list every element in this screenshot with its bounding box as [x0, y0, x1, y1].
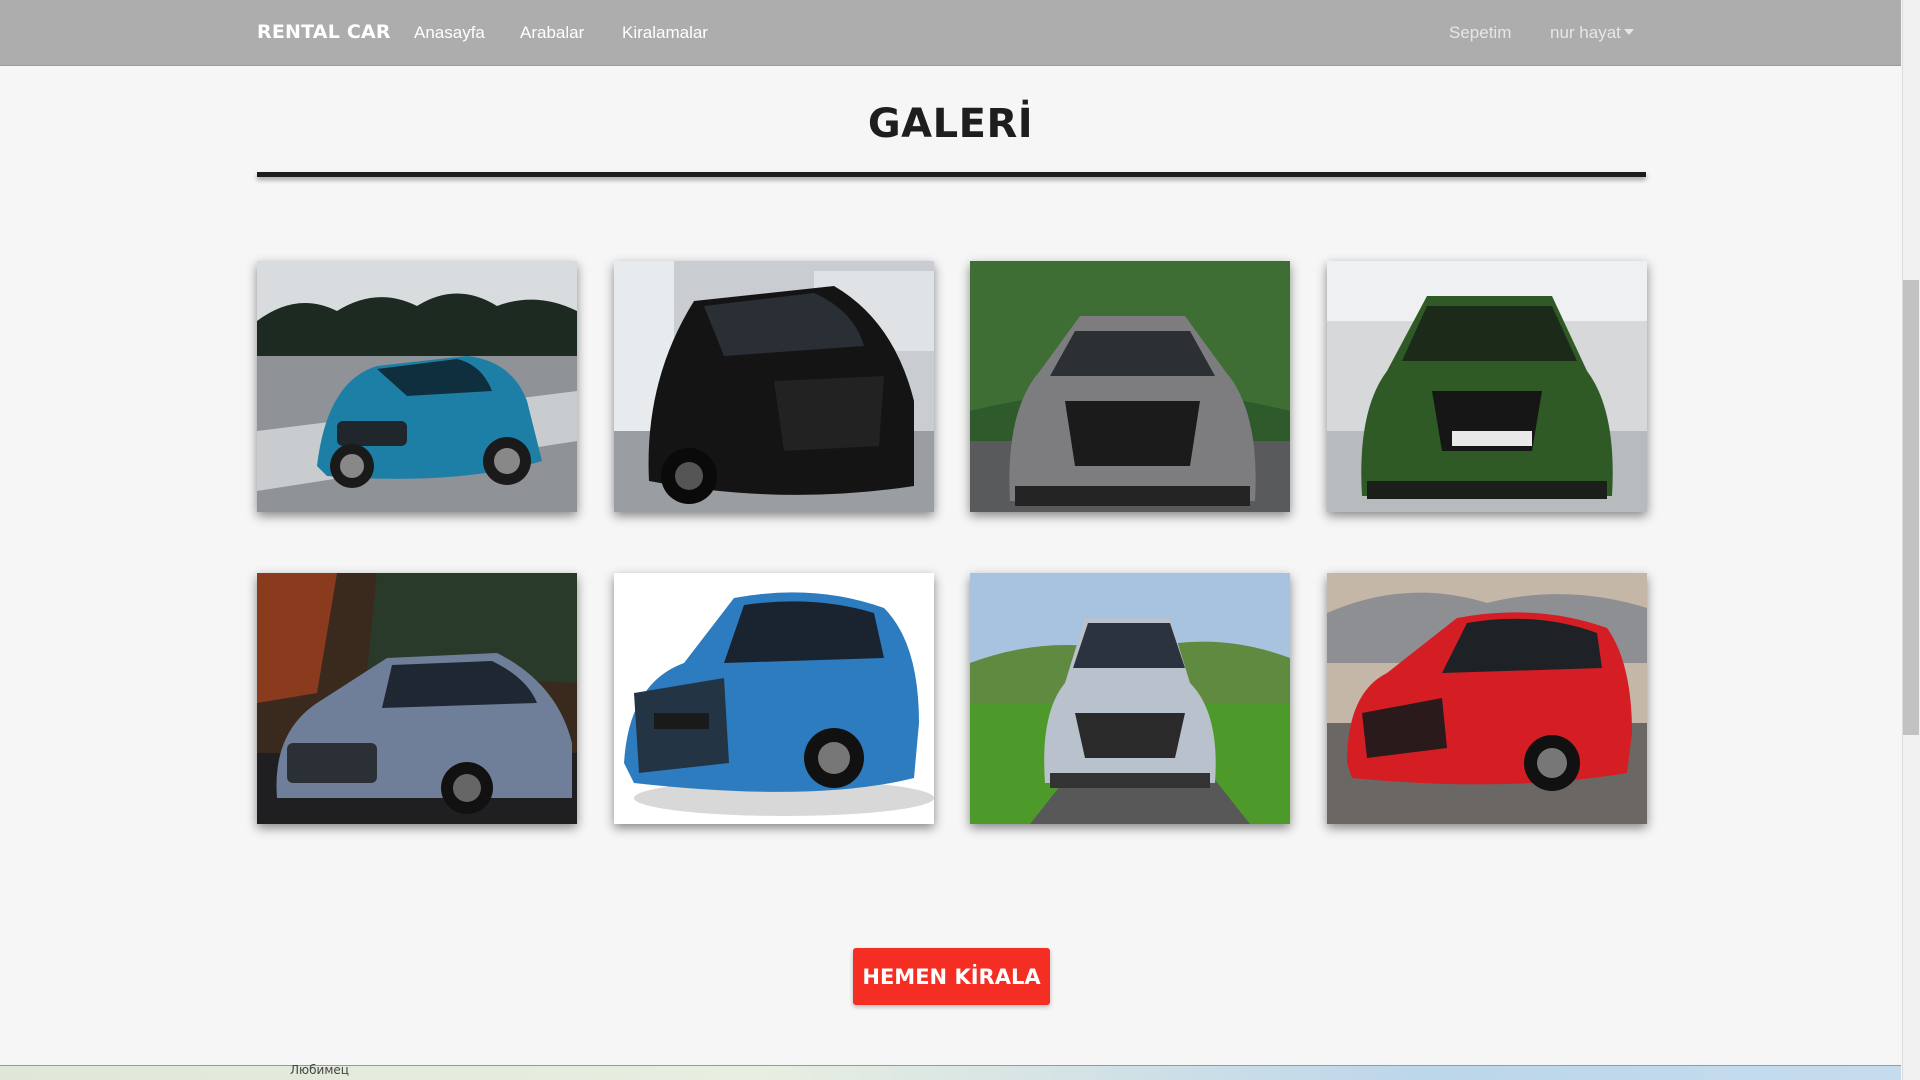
gallery-title: GALERİ: [867, 101, 1034, 147]
cart-link[interactable]: Sepetim: [1449, 23, 1511, 43]
top-navbar: RENTAL CAR Anasayfa Arabalar Kiralamalar…: [0, 0, 1901, 66]
title-divider: [257, 172, 1646, 177]
rent-now-button[interactable]: HEMEN KİRALA: [853, 948, 1050, 1005]
brand-logo[interactable]: RENTAL CAR: [257, 21, 391, 43]
gallery-image-audi-a3-black[interactable]: [614, 261, 934, 512]
gallery-image-audi-rs7-grey[interactable]: [970, 261, 1290, 512]
map-preview[interactable]: [0, 1065, 1901, 1080]
gallery-image-opel-corsa-red[interactable]: [1327, 573, 1647, 824]
gallery-image-audi-rs5-green[interactable]: [1327, 261, 1647, 512]
user-dropdown[interactable]: nur hayat: [1550, 23, 1634, 43]
map-label: Любимец: [290, 1063, 349, 1077]
scrollbar-thumb[interactable]: [1903, 280, 1919, 735]
gallery-image-nissan-qashqai-blue[interactable]: [614, 573, 934, 824]
nav-link-cars[interactable]: Arabalar: [520, 23, 584, 43]
nav-link-home[interactable]: Anasayfa: [414, 23, 485, 43]
nav-link-rentals[interactable]: Kiralamalar: [622, 23, 708, 43]
gallery-image-opel-astra-silver[interactable]: [970, 573, 1290, 824]
chevron-down-icon: [1623, 29, 1634, 35]
gallery-image-audi-a3-teal[interactable]: [257, 261, 577, 512]
user-name: nur hayat: [1550, 23, 1621, 42]
gallery-image-audi-prologue-blue[interactable]: [257, 573, 577, 824]
